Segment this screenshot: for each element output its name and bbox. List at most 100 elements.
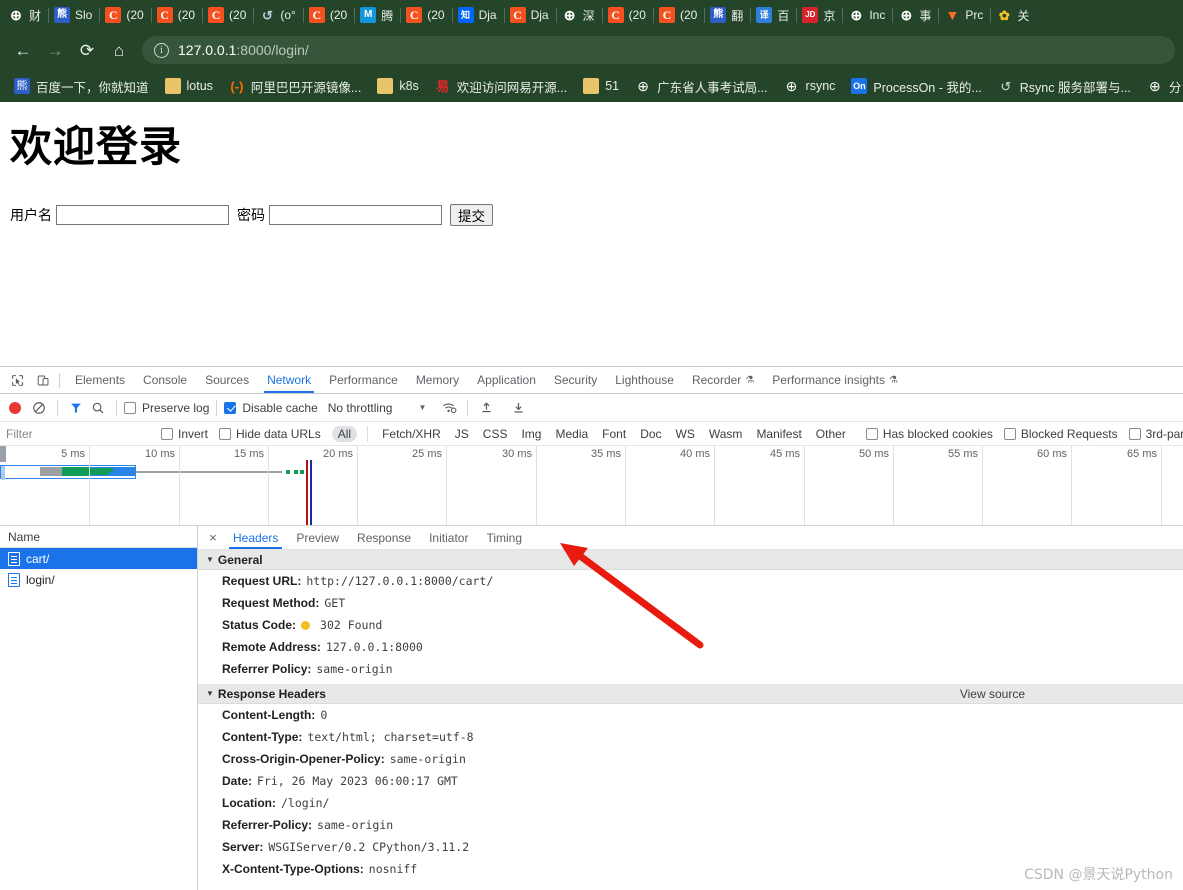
clear-button-icon[interactable] [28, 397, 50, 419]
disable-cache-checkbox[interactable]: Disable cache [224, 401, 318, 415]
resource-type-font[interactable]: Font [596, 426, 632, 442]
browser-tab[interactable]: ⊕ 财 [2, 1, 48, 29]
devtools-tab-security[interactable]: Security [545, 367, 606, 393]
devtools-tab-lighthouse[interactable]: Lighthouse [606, 367, 683, 393]
browser-tab[interactable]: JD 京 [796, 1, 842, 29]
devtools-tab-recorder[interactable]: Recorder ⚗ [683, 367, 763, 393]
bookmark-item[interactable]: On ProcessOn - 我的... [843, 74, 989, 99]
bookmark-item[interactable]: 51 [575, 75, 627, 97]
browser-tab[interactable]: C (20 [302, 1, 354, 29]
browser-tab[interactable]: C (20 [400, 1, 451, 29]
bookmark-item[interactable]: lotus [157, 75, 221, 97]
browser-tab[interactable]: 译百 [750, 1, 796, 29]
reload-icon[interactable]: ⟳ [72, 35, 102, 65]
browser-tab[interactable]: ↺ (o° [253, 1, 302, 29]
devtools-tab-console[interactable]: Console [134, 367, 196, 393]
csdn-icon: C [208, 7, 225, 23]
bookmark-item[interactable]: (-) 阿里巴巴开源镜像... [221, 74, 369, 99]
resource-type-img[interactable]: Img [515, 426, 547, 442]
detail-tab-timing[interactable]: Timing [477, 526, 531, 549]
browser-tab[interactable]: C (20 [601, 1, 653, 29]
tab-strip: ⊕ 财熊 Slo C (20 C (20 C (20 ↺ (o° C (20 M 腾 C (20 知 Dja C Dja… [0, 0, 1183, 30]
resource-type-media[interactable]: Media [549, 426, 594, 442]
requests-column-header[interactable]: Name [0, 526, 197, 548]
devtools-tab-application[interactable]: Application [468, 367, 545, 393]
browser-tab[interactable]: C (20 [99, 1, 150, 29]
browser-tab[interactable]: C Dja [503, 1, 556, 29]
invert-checkbox[interactable]: Invert [161, 427, 208, 441]
hide-data-urls-checkbox[interactable]: Hide data URLs [219, 427, 321, 441]
browser-tab[interactable]: 熊翻 [704, 1, 750, 29]
resource-type-doc[interactable]: Doc [634, 426, 667, 442]
resource-type-all[interactable]: All [331, 425, 358, 442]
detail-tab-preview[interactable]: Preview [287, 526, 348, 549]
bookmark-item[interactable]: ⊕ 分 [1139, 74, 1183, 99]
throttling-select[interactable]: No throttling [328, 401, 393, 415]
funnel-icon[interactable] [65, 397, 87, 419]
detail-tab-initiator[interactable]: Initiator [420, 526, 477, 549]
chevron-down-icon[interactable]: ▼ [418, 403, 426, 412]
back-icon[interactable]: ← [8, 35, 38, 65]
browser-tab[interactable]: ⊕ Inc [842, 1, 892, 29]
bookmark-item[interactable]: ⊕ 广东省人事考试局... [627, 74, 775, 99]
response-headers-section-header[interactable]: ▼ Response Headers View source [198, 684, 1183, 704]
globe-icon: ⊕ [10, 7, 22, 23]
browser-tab[interactable]: C (20 [652, 1, 704, 29]
filter-input[interactable] [0, 423, 161, 444]
bookmark-item[interactable]: 易欢迎访问网易开源... [427, 74, 575, 99]
browser-tab[interactable]: ✿ 关 [990, 1, 1036, 29]
bookmark-item[interactable]: ↺ Rsync 服务部署与... [990, 74, 1139, 99]
home-icon[interactable]: ⌂ [104, 35, 134, 65]
devtools-tab-performance-insights[interactable]: Performance insights ⚗ [763, 367, 907, 393]
devtools-tab-elements[interactable]: Elements [66, 367, 134, 393]
preserve-log-checkbox[interactable]: Preserve log [124, 401, 209, 415]
close-icon[interactable]: × [202, 527, 224, 549]
resource-type-other[interactable]: Other [810, 426, 852, 442]
forward-icon[interactable]: → [40, 35, 70, 65]
network-conditions-icon[interactable] [438, 397, 460, 419]
browser-tab[interactable]: 熊 Slo [48, 1, 99, 29]
request-row[interactable]: cart/ [0, 548, 197, 569]
bookmark-item[interactable]: 熊百度一下，你就知道 [6, 74, 157, 99]
export-har-icon[interactable] [507, 397, 529, 419]
bookmark-item[interactable]: k8s [369, 75, 426, 97]
timeline-selection-handle[interactable] [1, 466, 5, 480]
general-section-header[interactable]: ▼ General [198, 550, 1183, 570]
view-source-link[interactable]: View source [960, 687, 1025, 701]
browser-tab[interactable]: ⊕ 事 [892, 1, 938, 29]
has-blocked-cookies-checkbox[interactable]: Has blocked cookies [865, 427, 993, 441]
bookmark-item[interactable]: ⊕ rsync [776, 75, 844, 97]
resource-type-js[interactable]: JS [449, 426, 475, 442]
devtools-tab-network[interactable]: Network [258, 367, 320, 393]
devtools-tab-memory[interactable]: Memory [407, 367, 468, 393]
resource-type-ws[interactable]: WS [670, 426, 701, 442]
submit-button[interactable]: 提交 [450, 204, 493, 227]
blocked-requests-checkbox[interactable]: Blocked Requests [1003, 427, 1118, 441]
search-icon[interactable] [87, 397, 109, 419]
devtools-tab-sources[interactable]: Sources [196, 367, 258, 393]
browser-tab[interactable]: ⊕ 深 [555, 1, 602, 29]
network-timeline-overview[interactable]: 5 ms 10 ms 15 ms 20 ms 25 ms 30 ms 35 ms 40 ms 4… [0, 446, 1183, 526]
resource-type-manifest[interactable]: Manifest [750, 426, 807, 442]
detail-tab-response[interactable]: Response [348, 526, 420, 549]
browser-tab[interactable]: C (20 [202, 1, 253, 29]
request-row[interactable]: login/ [0, 569, 197, 590]
browser-tab[interactable]: ▼ Prc [938, 1, 990, 29]
inspect-element-icon[interactable] [4, 368, 30, 392]
record-button-icon[interactable] [9, 401, 21, 414]
resource-type-fetch-xhr[interactable]: Fetch/XHR [376, 426, 447, 442]
site-info-icon[interactable]: i [154, 42, 169, 58]
third-party-requests-checkbox[interactable]: 3rd-party requests [1128, 427, 1183, 441]
password-input[interactable] [269, 205, 442, 226]
device-toolbar-icon[interactable] [30, 368, 56, 392]
import-har-icon[interactable] [475, 397, 497, 419]
detail-tab-headers[interactable]: Headers [224, 526, 287, 549]
browser-tab[interactable]: C (20 [150, 1, 202, 29]
browser-tab[interactable]: M腾 [354, 1, 400, 29]
address-bar[interactable]: i 127.0.0.1:8000/login/ [142, 36, 1175, 64]
resource-type-css[interactable]: CSS [477, 426, 514, 442]
resource-type-wasm[interactable]: Wasm [703, 426, 749, 442]
username-input[interactable] [56, 205, 229, 226]
browser-tab[interactable]: 知 Dja [451, 1, 504, 29]
devtools-tab-performance[interactable]: Performance [320, 367, 407, 393]
